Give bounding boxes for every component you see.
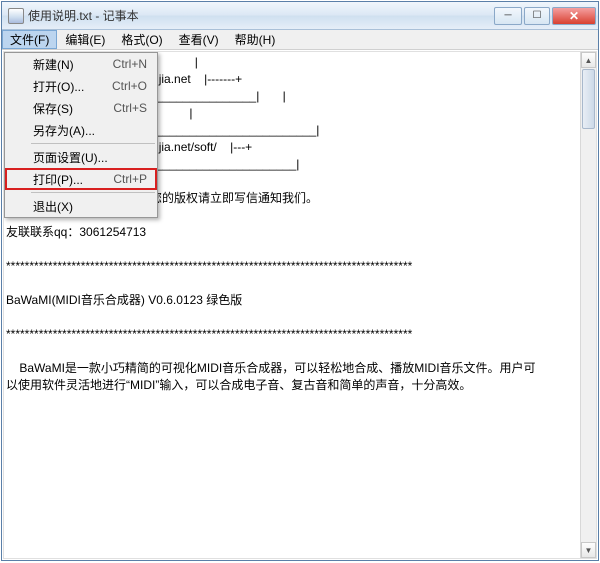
app-icon — [8, 8, 24, 24]
menu-separator — [31, 192, 155, 193]
menubar: 文件(F) 编辑(E) 格式(O) 查看(V) 帮助(H) — [2, 30, 598, 50]
titlebar: 使用说明.txt - 记事本 ─ ☐ ✕ — [2, 2, 598, 30]
menu-print[interactable]: 打印(P)...Ctrl+P — [5, 168, 157, 190]
window-buttons: ─ ☐ ✕ — [494, 7, 596, 25]
menu-pagesetup[interactable]: 页面设置(U)... — [5, 146, 157, 168]
menu-open[interactable]: 打开(O)...Ctrl+O — [5, 75, 157, 97]
close-button[interactable]: ✕ — [552, 7, 596, 25]
menu-format[interactable]: 格式(O) — [113, 30, 170, 49]
menu-file[interactable]: 文件(F) — [2, 30, 57, 49]
window-title: 使用说明.txt - 记事本 — [28, 7, 494, 24]
menu-exit[interactable]: 退出(X) — [5, 195, 157, 217]
scroll-thumb[interactable] — [582, 69, 595, 129]
menu-help[interactable]: 帮助(H) — [227, 30, 284, 49]
text-area[interactable]: 新建(N)Ctrl+N 打开(O)...Ctrl+O 保存(S)Ctrl+S 另… — [3, 51, 597, 559]
menu-save[interactable]: 保存(S)Ctrl+S — [5, 97, 157, 119]
menu-saveas[interactable]: 另存为(A)... — [5, 119, 157, 141]
scroll-down-icon[interactable]: ▼ — [581, 542, 596, 558]
maximize-button[interactable]: ☐ — [524, 7, 550, 25]
vertical-scrollbar[interactable]: ▲ ▼ — [580, 52, 596, 558]
menu-new[interactable]: 新建(N)Ctrl+N — [5, 53, 157, 75]
scroll-up-icon[interactable]: ▲ — [581, 52, 596, 68]
menu-edit[interactable]: 编辑(E) — [57, 30, 113, 49]
file-menu-dropdown: 新建(N)Ctrl+N 打开(O)...Ctrl+O 保存(S)Ctrl+S 另… — [4, 52, 158, 218]
menu-view[interactable]: 查看(V) — [171, 30, 227, 49]
notepad-window: 使用说明.txt - 记事本 ─ ☐ ✕ 文件(F) 编辑(E) 格式(O) 查… — [1, 1, 599, 561]
minimize-button[interactable]: ─ — [494, 7, 522, 25]
menu-separator — [31, 143, 155, 144]
